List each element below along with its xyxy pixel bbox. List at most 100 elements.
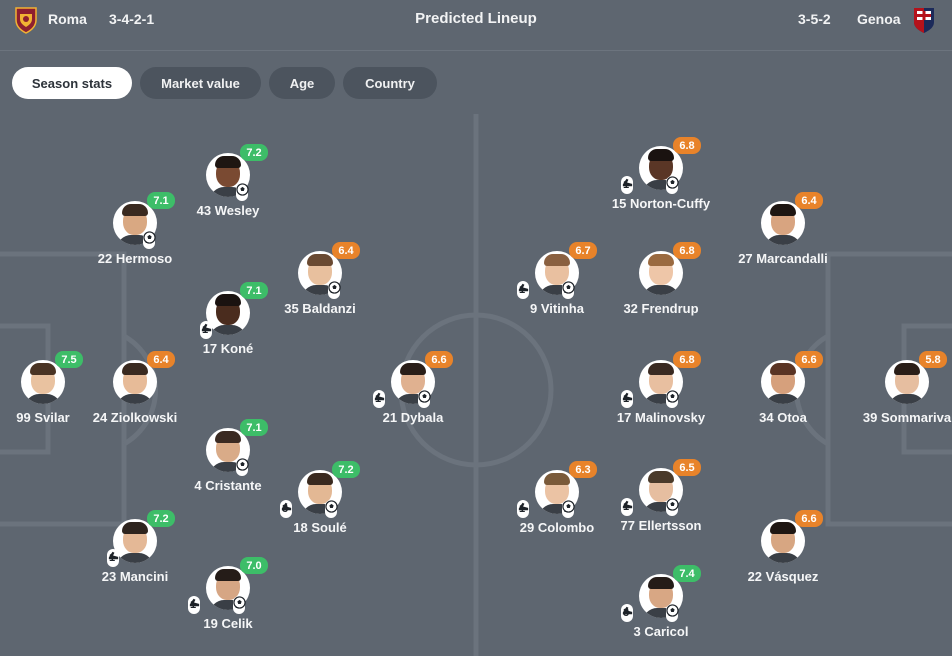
player-name[interactable]: 19 Celik <box>158 616 298 631</box>
rating-badge: 7.4 <box>673 565 701 582</box>
rating-badge: 6.4 <box>795 192 823 209</box>
pitch: 7.599 Svilar7.1122 Hermoso6.424 Ziolkows… <box>0 114 952 656</box>
tab-season-stats[interactable]: Season stats <box>12 67 132 99</box>
rating-badge: 7.0 <box>240 557 268 574</box>
rating-badge: 7.2 <box>332 461 360 478</box>
assists-badge: 1 <box>517 281 530 299</box>
player-name[interactable]: 24 Ziolkowski <box>65 410 205 425</box>
player-name[interactable]: 43 Wesley <box>158 203 298 218</box>
away-formation: 3-5-2 <box>798 11 831 27</box>
rating-badge: 7.2 <box>240 144 268 161</box>
rating-badge: 7.1 <box>240 419 268 436</box>
goals-badge: 1 <box>666 498 679 516</box>
goals-badge: 1 <box>666 604 679 622</box>
rating-badge: 6.3 <box>569 461 597 478</box>
goal-ball-icon <box>666 176 679 189</box>
player-name[interactable]: 15 Norton-Cuffy <box>591 196 731 211</box>
player-name[interactable]: 27 Marcandalli <box>713 251 853 266</box>
tab-market-value[interactable]: Market value <box>140 67 261 99</box>
assist-boot-icon <box>518 283 529 292</box>
player-name[interactable]: 29 Colombo <box>487 520 627 535</box>
assist-boot-icon <box>189 598 200 607</box>
lineup-header: Roma 3-4-2-1 Predicted Lineup 3-5-2 Geno… <box>0 0 952 51</box>
goal-ball-icon <box>562 500 575 513</box>
player-frendrup[interactable]: 6.8 32 Frendrup <box>591 242 731 331</box>
goal-ball-icon <box>418 390 431 403</box>
goal-ball-icon <box>143 231 156 244</box>
assists-badge: 1 <box>200 321 213 339</box>
rating-badge: 6.8 <box>673 351 701 368</box>
goals-badge: 2 <box>562 500 575 518</box>
goal-ball-icon <box>666 498 679 511</box>
tab-country[interactable]: Country <box>343 67 437 99</box>
player-name[interactable]: 17 Malinovsky <box>591 410 731 425</box>
player-wesley[interactable]: 7.2 3 43 Wesley <box>158 144 298 233</box>
assists-badge: 1 <box>373 390 386 408</box>
goal-ball-icon <box>328 281 341 294</box>
assists-badge: 1 <box>517 500 530 518</box>
genoa-crest-icon <box>914 8 934 33</box>
rating-badge: 6.8 <box>673 137 701 154</box>
goal-ball-icon <box>236 458 249 471</box>
assists-badge: 3 <box>621 604 634 622</box>
goals-badge: 2 <box>562 281 575 299</box>
player-norton-cuffy[interactable]: 6.8 1 1 15 Norton-Cuffy <box>591 137 731 226</box>
assist-boot-icon <box>622 606 633 615</box>
assist-boot-icon <box>281 502 292 511</box>
assists-badge: 1 <box>621 390 634 408</box>
assists-badge: 3 <box>280 500 293 518</box>
assist-boot-icon <box>201 323 212 332</box>
assists-badge: 1 <box>188 596 201 614</box>
goals-badge: 1 <box>236 458 249 476</box>
player-otoa[interactable]: 6.6 34 Otoa <box>713 351 853 440</box>
player-name[interactable]: 3 Caricol <box>591 624 731 639</box>
assist-boot-icon <box>374 392 385 401</box>
goals-badge: 1 <box>666 176 679 194</box>
goal-ball-icon <box>325 500 338 513</box>
player-vasquez[interactable]: 6.6 22 Vásquez <box>713 510 853 599</box>
player-name[interactable]: 17 Koné <box>158 341 298 356</box>
away-team-name[interactable]: Genoa <box>857 11 901 27</box>
goals-badge: 1 <box>233 596 246 614</box>
tab-age[interactable]: Age <box>269 67 335 99</box>
rating-badge: 6.8 <box>673 242 701 259</box>
assist-boot-icon <box>622 178 633 187</box>
goals-badge: 1 <box>143 231 156 249</box>
rating-badge: 6.6 <box>795 510 823 527</box>
player-name[interactable]: 18 Soulé <box>250 520 390 535</box>
goals-badge: 1 <box>418 390 431 408</box>
goals-badge: 2 <box>666 390 679 408</box>
goal-ball-icon <box>666 604 679 617</box>
player-name[interactable]: 21 Dybala <box>343 410 483 425</box>
goals-badge: 1 <box>328 281 341 299</box>
goal-ball-icon <box>233 596 246 609</box>
player-soule[interactable]: 7.2 3 4 18 Soulé <box>250 461 390 550</box>
rating-badge: 5.8 <box>919 351 947 368</box>
goal-ball-icon <box>236 183 249 196</box>
rating-badge: 6.5 <box>673 459 701 476</box>
player-marcandalli[interactable]: 6.4 27 Marcandalli <box>713 192 853 281</box>
player-dybala[interactable]: 6.6 1 1 21 Dybala <box>343 351 483 440</box>
player-sommariva[interactable]: 5.8 39 Sommariva <box>837 351 952 440</box>
player-name[interactable]: 35 Baldanzi <box>250 301 390 316</box>
assist-boot-icon <box>108 551 119 560</box>
player-caricol[interactable]: 7.4 3 1 3 Caricol <box>591 565 731 654</box>
assists-badge: 1 <box>621 176 634 194</box>
player-name[interactable]: 22 Hermoso <box>65 251 205 266</box>
goal-ball-icon <box>666 390 679 403</box>
player-name[interactable]: 39 Sommariva <box>837 410 952 425</box>
player-baldanzi[interactable]: 6.4 1 35 Baldanzi <box>250 242 390 331</box>
rating-badge: 6.6 <box>795 351 823 368</box>
player-name[interactable]: 32 Frendrup <box>591 301 731 316</box>
goal-ball-icon <box>562 281 575 294</box>
assist-boot-icon <box>622 392 633 401</box>
goals-badge: 4 <box>325 500 338 518</box>
rating-badge: 7.2 <box>147 510 175 527</box>
assists-badge: 1 <box>107 549 120 567</box>
assist-boot-icon <box>518 502 529 511</box>
player-malinovsky[interactable]: 6.8 1 2 17 Malinovsky <box>591 351 731 440</box>
player-name[interactable]: 22 Vásquez <box>713 569 853 584</box>
player-colombo[interactable]: 6.3 1 2 29 Colombo <box>487 461 627 550</box>
player-celik[interactable]: 7.0 1 1 19 Celik <box>158 557 298 646</box>
player-name[interactable]: 34 Otoa <box>713 410 853 425</box>
